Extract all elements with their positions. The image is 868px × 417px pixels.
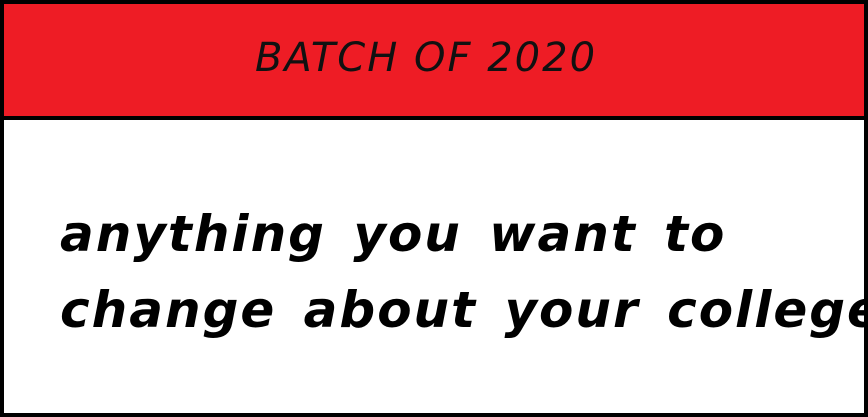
prompt-text: anything you want to change about your c… — [60, 196, 868, 348]
header-title: BATCH OF 2020 — [254, 35, 598, 81]
prompt-line-2: change about your college — [60, 281, 868, 339]
header-banner: BATCH OF 2020 — [4, 4, 864, 120]
prompt-line-1: anything you want to — [60, 205, 727, 263]
card: BATCH OF 2020 anything you want to chang… — [0, 0, 868, 417]
